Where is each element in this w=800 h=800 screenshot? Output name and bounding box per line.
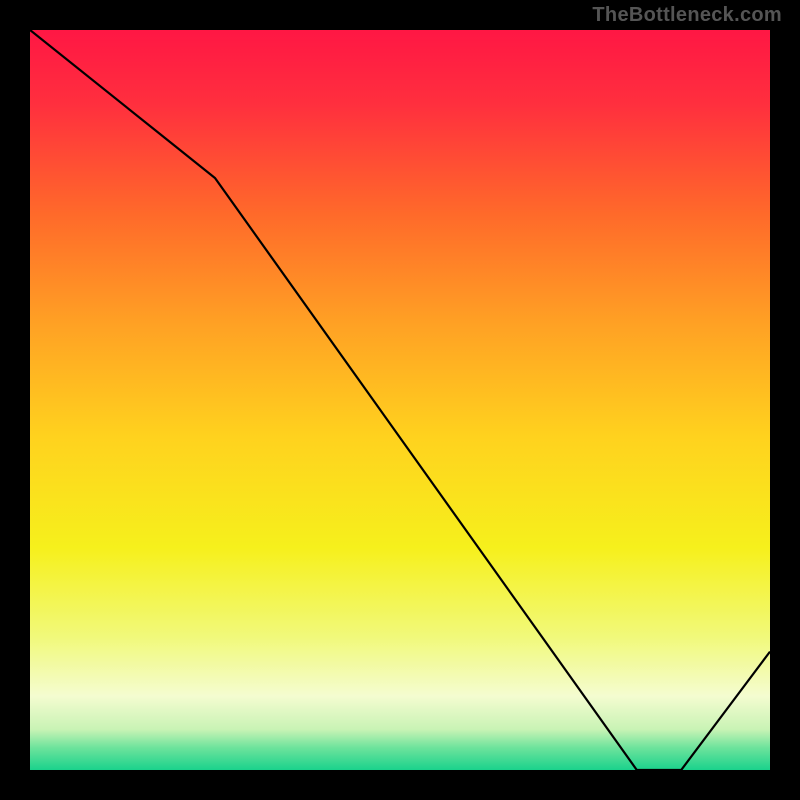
chart-svg	[30, 30, 770, 770]
gradient-bg	[30, 30, 770, 770]
plot-area	[30, 30, 770, 770]
chart-frame: TheBottleneck.com	[0, 0, 800, 800]
watermark-text: TheBottleneck.com	[592, 4, 782, 27]
